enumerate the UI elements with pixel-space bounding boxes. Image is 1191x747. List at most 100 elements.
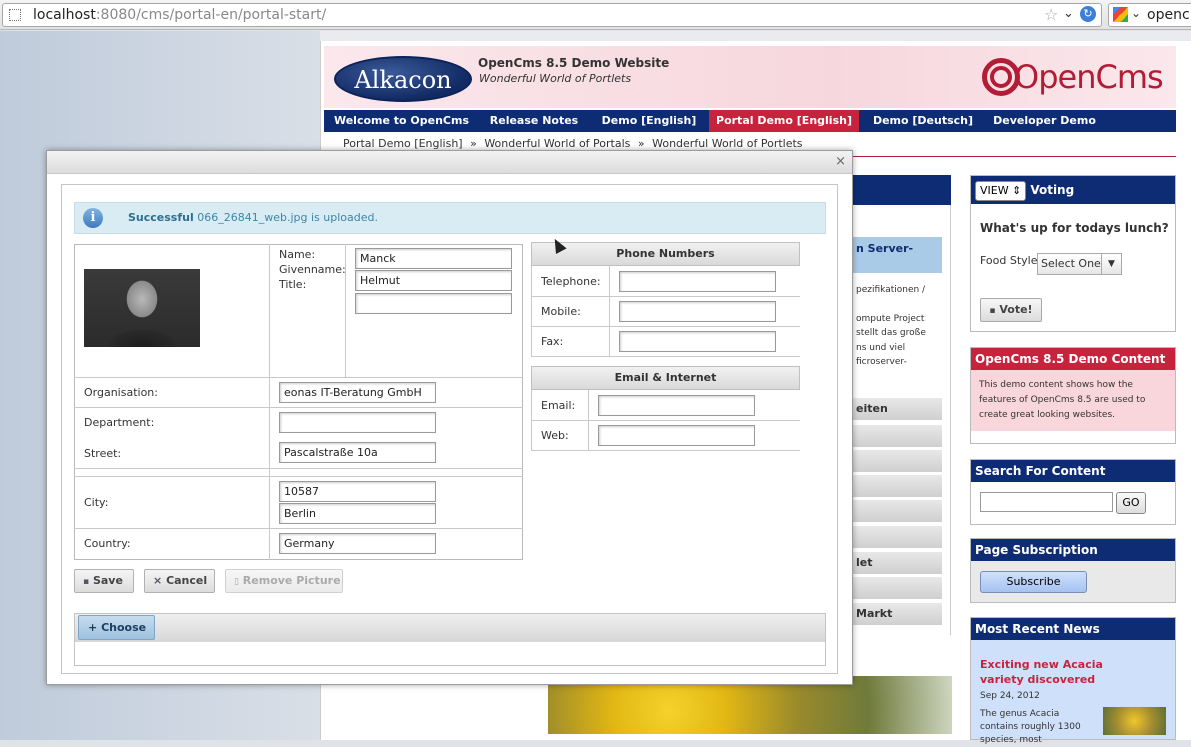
- row-divider: [74, 377, 523, 378]
- page-icon: [9, 9, 21, 21]
- upload-file-list: [74, 642, 826, 666]
- floppy-icon: ▪: [989, 306, 996, 316]
- mobile-field[interactable]: [619, 301, 776, 322]
- street-field[interactable]: Pascalstraße 10a: [279, 442, 436, 463]
- chevron-down-icon[interactable]: ⌄: [1063, 6, 1074, 21]
- row-divider: [531, 326, 800, 327]
- web-field[interactable]: [598, 425, 755, 446]
- subscribe-button[interactable]: Subscribe: [980, 571, 1087, 593]
- zip-field[interactable]: 10587: [279, 481, 436, 502]
- center-list-item[interactable]: [850, 450, 942, 472]
- givenname-field[interactable]: Helmut: [355, 270, 512, 291]
- breadcrumb-item[interactable]: Wonderful World of Portals: [484, 137, 630, 150]
- center-column-header: [850, 175, 951, 205]
- upload-toolbar: [74, 613, 826, 643]
- fax-label: Fax:: [541, 335, 564, 348]
- column-divider: [531, 266, 532, 357]
- demo-content-text: This demo content shows how the features…: [971, 370, 1175, 431]
- department-field[interactable]: [279, 412, 436, 433]
- alkacon-logo[interactable]: Alkacon: [334, 56, 472, 102]
- news-headline[interactable]: Exciting new Acacia variety discovered: [980, 657, 1130, 687]
- center-list-item[interactable]: let: [850, 552, 942, 574]
- contact-photo[interactable]: [84, 269, 200, 347]
- telephone-label: Telephone:: [541, 275, 601, 288]
- row-divider: [531, 296, 800, 297]
- country-label: Country:: [84, 537, 131, 550]
- name-label: Name:: [279, 248, 316, 261]
- address-bar[interactable]: localhost:8080/cms/portal-en/portal-star…: [2, 3, 1102, 27]
- center-highlight-box[interactable]: n Server-: [850, 237, 942, 273]
- column-divider: [269, 244, 270, 560]
- floppy-icon: ▪: [83, 577, 90, 587]
- bookmark-star-icon[interactable]: ☆: [1044, 5, 1058, 24]
- view-select[interactable]: VIEW ⇕: [975, 180, 1027, 201]
- nav-item-developer-demo[interactable]: Developer Demo: [987, 110, 1102, 132]
- site-title: OpenCms 8.5 Demo Website: [478, 56, 670, 70]
- city-field[interactable]: Berlin: [279, 503, 436, 524]
- nav-item-release-notes[interactable]: Release Notes: [479, 110, 589, 132]
- breadcrumb-item[interactable]: Wonderful World of Portlets: [652, 137, 802, 150]
- search-header: Search For Content: [971, 460, 1175, 482]
- subscription-header: Page Subscription: [971, 539, 1175, 561]
- reload-icon[interactable]: ↻: [1080, 6, 1096, 22]
- cancel-button[interactable]: × Cancel: [144, 569, 215, 593]
- save-button[interactable]: ▪ Save: [74, 569, 134, 593]
- title-label: Title:: [279, 278, 307, 291]
- demo-content-header: OpenCms 8.5 Demo Content: [971, 348, 1175, 370]
- info-icon: i: [83, 208, 103, 228]
- search-engine-box[interactable]: ⌄ openc: [1108, 3, 1191, 27]
- column-divider: [609, 266, 610, 357]
- search-go-button[interactable]: GO: [1116, 492, 1146, 514]
- fax-field[interactable]: [619, 331, 776, 352]
- title-field[interactable]: [355, 293, 512, 314]
- givenname-label: Givenname:: [279, 263, 346, 276]
- food-style-select[interactable]: Select One ▼: [1037, 253, 1122, 275]
- search-input[interactable]: [980, 492, 1113, 512]
- google-icon[interactable]: [1113, 7, 1128, 22]
- organisation-field[interactable]: eonas IT-Beratung GmbH: [279, 382, 436, 403]
- nav-item-demo-deutsch[interactable]: Demo [Deutsch]: [859, 110, 987, 132]
- demo-content-box: OpenCms 8.5 Demo Content This demo conte…: [970, 347, 1176, 444]
- breadcrumb-item[interactable]: Portal Demo [English]: [343, 137, 463, 150]
- center-list-item[interactable]: [850, 500, 942, 522]
- center-list-item[interactable]: [850, 475, 942, 497]
- email-field[interactable]: [598, 395, 755, 416]
- remove-picture-button[interactable]: ▯ Remove Picture: [225, 569, 343, 593]
- row-divider: [531, 420, 800, 421]
- email-label: Email:: [541, 399, 576, 412]
- site-subtitle: Wonderful World of Portlets: [479, 72, 632, 85]
- center-list-item[interactable]: [850, 425, 942, 447]
- close-icon[interactable]: ×: [835, 154, 846, 169]
- city-label: City:: [84, 496, 109, 509]
- dialog-titlebar[interactable]: ×: [47, 151, 852, 174]
- name-field[interactable]: Manck: [355, 248, 512, 269]
- breadcrumb: Portal Demo [English] » Wonderful World …: [343, 137, 803, 150]
- nav-item-demo-english[interactable]: Demo [English]: [589, 110, 709, 132]
- center-list-item[interactable]: eiten: [850, 398, 942, 420]
- center-list-item[interactable]: Markt: [850, 603, 942, 625]
- choose-button[interactable]: + Choose: [78, 615, 155, 640]
- center-text-line: ficroserver-: [856, 357, 907, 367]
- opencms-logo[interactable]: OpenCms: [982, 58, 1172, 102]
- country-field[interactable]: Germany: [279, 533, 436, 554]
- mobile-label: Mobile:: [541, 305, 581, 318]
- center-list-item[interactable]: [850, 526, 942, 548]
- url-text[interactable]: localhost:8080/cms/portal-en/portal-star…: [33, 7, 326, 23]
- news-thumbnail[interactable]: [1103, 707, 1166, 735]
- row-divider: [74, 468, 523, 469]
- search-engine-text[interactable]: openc: [1147, 7, 1190, 23]
- telephone-field[interactable]: [619, 271, 776, 292]
- center-text-line: pezifikationen /: [856, 285, 926, 295]
- food-style-label: Food Style:: [980, 254, 1042, 267]
- nav-item-portal-demo[interactable]: Portal Demo [English]: [709, 110, 859, 132]
- main-navigation: Welcome to OpenCms Release Notes Demo [E…: [324, 110, 1176, 132]
- chevron-down-icon: ▼: [1101, 254, 1121, 274]
- row-divider: [531, 356, 800, 357]
- row-divider: [531, 450, 800, 451]
- center-list-item[interactable]: [850, 577, 942, 599]
- vote-button[interactable]: ▪ Vote!: [980, 298, 1042, 322]
- news-header: Most Recent News: [971, 618, 1175, 640]
- chevron-down-icon[interactable]: ⌄: [1131, 6, 1141, 20]
- nav-item-welcome[interactable]: Welcome to OpenCms: [324, 110, 479, 132]
- voting-question: What's up for todays lunch?: [980, 221, 1169, 235]
